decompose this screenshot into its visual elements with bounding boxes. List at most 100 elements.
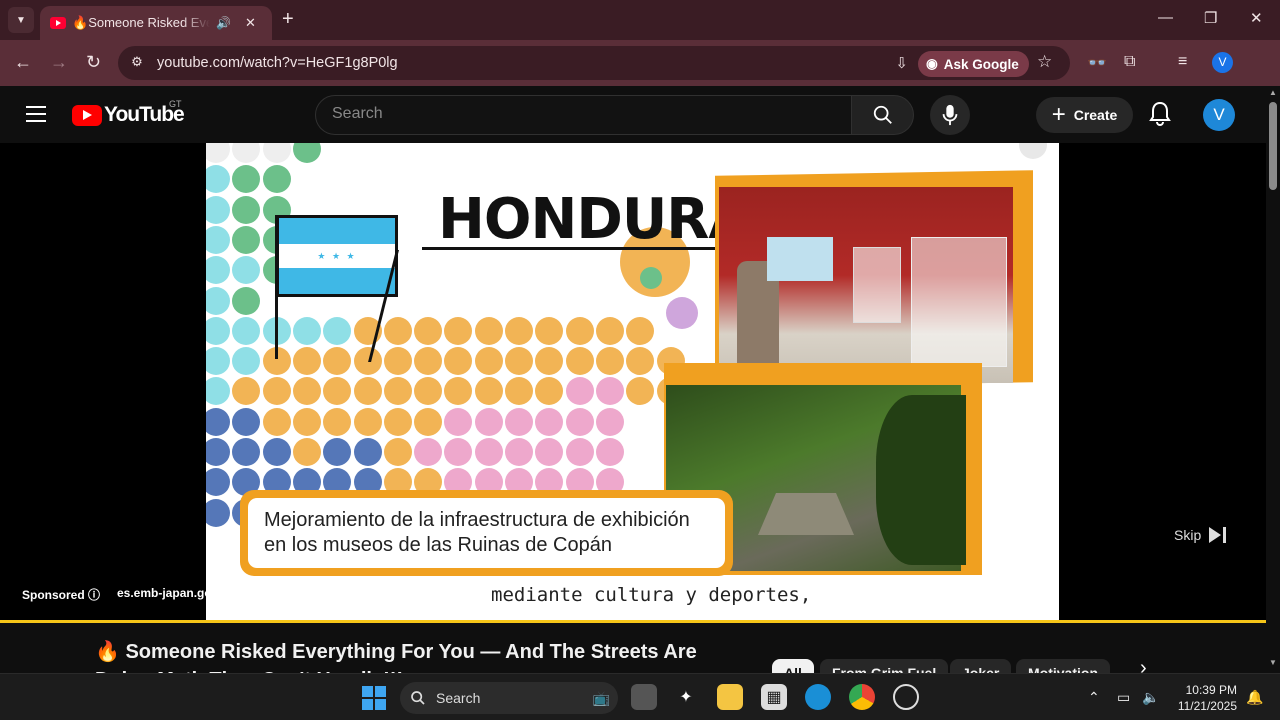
pattern-dot [383, 377, 412, 406]
scroll-up-icon[interactable]: ▲ [1269, 88, 1277, 97]
chip-all[interactable]: All [772, 659, 814, 673]
pattern-dot [535, 347, 564, 376]
pattern-dot [626, 316, 655, 345]
browser-tab-active[interactable]: 🔥Someone Risked Everything For You 🔊 ✕ [40, 6, 272, 40]
pattern-dot [535, 438, 564, 466]
pattern-dot [292, 377, 321, 406]
forward-icon[interactable]: → [50, 52, 68, 73]
skip-ad-button[interactable]: Skip [1174, 527, 1227, 543]
caption-box: Mejoramiento de la infraestructura de ex… [240, 490, 733, 576]
ad-video-frame[interactable]: ★ ★ ★ HONDURAS Mejoramiento de la infrae… [206, 143, 1059, 620]
extensions-puzzle-icon[interactable]: ⧉ [1124, 53, 1135, 71]
browser-tabstrip: ▼ 🔥Someone Risked Everything For You 🔊 ✕… [0, 0, 1280, 40]
tab-search-button[interactable]: ▼ [8, 7, 34, 33]
pattern-dot [565, 407, 594, 436]
pattern-dot [505, 407, 533, 436]
video-info-row: 🔥 Someone Risked Everything For You — An… [0, 623, 1266, 673]
pattern-dot [444, 377, 473, 406]
pattern-dot [444, 407, 473, 436]
voice-search-button[interactable] [930, 95, 970, 135]
pattern-dot [232, 316, 261, 345]
notifications-bell-icon[interactable] [1148, 101, 1172, 132]
pattern-dot [474, 316, 503, 345]
new-tab-icon[interactable]: + [282, 8, 294, 31]
pattern-dot [595, 407, 624, 436]
taskbar-clock[interactable]: 10:39 PM 11/21/2025 [1172, 682, 1237, 714]
incognito-glasses-icon[interactable]: 👓 [1087, 53, 1107, 73]
youtube-account-avatar[interactable]: V [1203, 99, 1235, 131]
search-button[interactable] [851, 95, 914, 135]
pattern-dot [206, 316, 230, 345]
minimize-icon[interactable]: — [1158, 9, 1173, 26]
pattern-dot [535, 377, 564, 406]
ask-google-button[interactable]: ◉ Ask Google [918, 51, 1029, 77]
clock-date: 11/21/2025 [1177, 699, 1237, 713]
chip-from-grim-fuel[interactable]: From Grim Fuel [820, 659, 949, 673]
menu-icon[interactable] [26, 106, 46, 122]
pattern-dot [262, 377, 291, 406]
pattern-dot [232, 256, 261, 285]
pattern-dot [383, 407, 412, 436]
pattern-dot [232, 407, 261, 436]
network-icon[interactable]: ▭ [1117, 689, 1130, 706]
volume-icon[interactable]: 🔈 [1142, 689, 1159, 706]
chevron-right-icon[interactable]: › [1140, 657, 1147, 673]
scrollbar-thumb[interactable] [1269, 102, 1277, 190]
create-button[interactable]: + Create [1036, 97, 1133, 133]
notifications-icon[interactable]: 🔔 [1246, 689, 1263, 706]
pattern-dot [474, 438, 503, 466]
search-input[interactable] [332, 105, 832, 123]
chip-joker[interactable]: Joker [950, 659, 1012, 673]
pattern-dot [323, 316, 352, 345]
pattern-dot [565, 438, 594, 466]
restore-icon[interactable]: ❐ [1204, 9, 1217, 27]
install-app-icon[interactable]: ⇩ [895, 54, 908, 72]
reload-icon[interactable]: ↻ [86, 52, 101, 73]
pattern-dot [565, 377, 594, 406]
pattern-dot [206, 286, 230, 315]
search-icon [411, 691, 425, 705]
search-box [315, 95, 852, 135]
video-player[interactable]: ★ ★ ★ HONDURAS Mejoramiento de la infrae… [0, 143, 1266, 620]
info-icon[interactable]: ⓘ [88, 588, 100, 602]
browser-profile-avatar[interactable]: V [1212, 52, 1233, 73]
pattern-dot [444, 347, 473, 376]
chevron-up-icon[interactable]: ⌃ [1088, 689, 1100, 706]
edge-icon[interactable] [805, 684, 831, 710]
pattern-dot [323, 377, 352, 406]
speaker-icon[interactable]: 🔊 [216, 16, 231, 30]
youtube-logo-icon[interactable] [72, 105, 102, 126]
pattern-dot [262, 407, 291, 436]
copilot-icon[interactable]: ✦ [673, 684, 699, 710]
ask-google-label: Ask Google [943, 56, 1019, 72]
advertiser-url[interactable]: es.emb-japan.go.jp [117, 586, 226, 600]
sponsored-label[interactable]: Sponsored ⓘ [22, 586, 100, 603]
taskbar-search-label: Search [436, 690, 481, 706]
caption-line: en los museos de las Ruinas de Copán [264, 534, 612, 556]
microsoft-store-icon[interactable]: ▦ [761, 684, 787, 710]
windows-start-icon[interactable] [362, 686, 386, 710]
page-scrollbar[interactable]: ▲ ▼ [1266, 86, 1280, 673]
back-icon[interactable]: ← [14, 52, 32, 73]
media-queue-icon[interactable]: ≡ [1178, 53, 1187, 71]
window-close-icon[interactable]: ✕ [1250, 9, 1263, 27]
bookmark-star-icon[interactable]: ☆ [1037, 52, 1052, 72]
url-text[interactable]: youtube.com/watch?v=HeGF1g8P0lg [157, 55, 398, 71]
pattern-dot [353, 438, 382, 466]
taskbar-search[interactable]: Search 📺 [400, 682, 618, 714]
close-tab-icon[interactable]: ✕ [245, 15, 256, 31]
pattern-dot [414, 347, 443, 376]
scroll-down-icon[interactable]: ▼ [1269, 658, 1277, 667]
chip-motivation[interactable]: Motivation [1016, 659, 1110, 673]
obs-icon[interactable] [893, 684, 919, 710]
pattern-dot [206, 225, 230, 254]
chrome-icon[interactable] [849, 684, 875, 710]
task-view-icon[interactable] [631, 684, 657, 710]
pattern-dot [505, 316, 533, 345]
site-info-icon[interactable]: ⚙ [128, 54, 146, 72]
pattern-dot [565, 347, 594, 376]
pattern-dot [206, 256, 230, 285]
pattern-dot [444, 438, 473, 466]
pattern-dot [474, 347, 503, 376]
file-explorer-icon[interactable] [717, 684, 743, 710]
